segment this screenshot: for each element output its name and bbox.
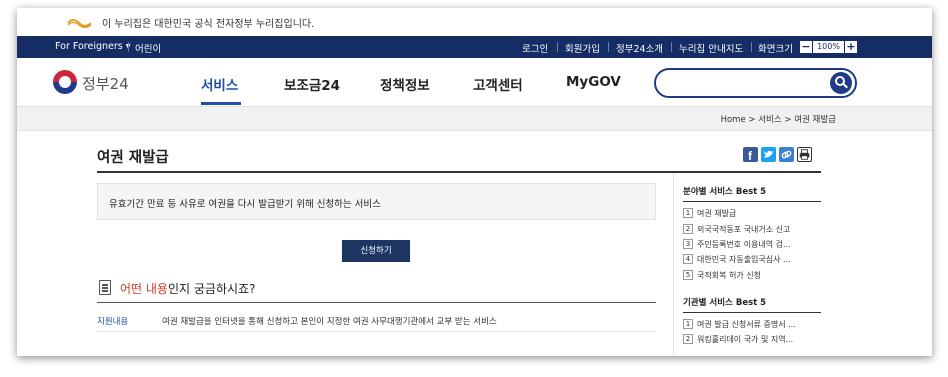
divider (128, 42, 129, 52)
about-link[interactable]: 정부24소개 (616, 41, 663, 55)
service-summary-text: 유효기간 만료 등 사유로 여권을 다시 발급받기 위해 신청하는 서비스 (109, 199, 381, 210)
nav-mygov[interactable]: MyGOV (566, 74, 621, 90)
twitter-icon[interactable] (761, 147, 776, 162)
sidebar-rule (683, 201, 821, 202)
taegeuk-emblem-icon (53, 70, 77, 94)
field-best5-item[interactable]: 1 여권 재발급 (683, 208, 736, 219)
print-icon[interactable] (797, 147, 812, 162)
svg-text:f: f (748, 149, 753, 162)
agency-best5-title: 기관별 서비스 Best 5 (683, 298, 767, 308)
site-logo[interactable]: 정부24 (53, 70, 133, 96)
nav-customer-center[interactable]: 고객센터 (473, 74, 523, 94)
sidebar-rule (683, 312, 821, 313)
faq-divider (97, 302, 656, 303)
field-best5-item[interactable]: 4 대한민국 자동출입국심사 ... (683, 254, 791, 265)
breadcrumb: Home > 서비스 > 여권 재발급 (17, 106, 932, 131)
service-summary: 유효기간 만료 등 사유로 여권을 다시 발급받기 위해 신청하는 서비스 (97, 183, 656, 220)
zoom-level: 100% (813, 41, 844, 53)
gov-banner-text: 이 누리집은 대한민국 공식 전자정부 누리집입니다. (102, 19, 315, 30)
field-best5-title: 분야별 서비스 Best 5 (683, 187, 767, 197)
nav-subsidy24[interactable]: 보조금24 (284, 74, 340, 94)
agency-best5-item[interactable]: 1 여권 발급 신청서류 증명서 ... (683, 319, 796, 330)
gov-official-banner: 이 누리집은 대한민국 공식 전자정부 누리집입니다. (17, 8, 932, 36)
apply-button[interactable]: 신청하기 (342, 240, 410, 262)
search-button[interactable] (830, 72, 852, 94)
site-header: 정부24 서비스 보조금24 정책정보 고객센터 MyGOV (17, 58, 932, 106)
login-link[interactable]: 로그인 (522, 41, 548, 55)
field-best5-item[interactable]: 2 외국국적동포 국내거소 신고 (683, 224, 790, 235)
zoom-out-button[interactable]: − (800, 41, 812, 53)
browser-page: 이 누리집은 대한민국 공식 전자정부 누리집입니다. For Foreigne… (17, 8, 932, 356)
support-content-text: 여권 재발급을 인터넷을 통해 신청하고 본인이 지정한 여권 사무대행기관에서… (162, 317, 497, 327)
row-divider (97, 331, 656, 332)
divider (557, 42, 558, 52)
field-best5-item[interactable]: 5 국적회복 허가 신청 (683, 270, 761, 281)
title-divider (97, 171, 821, 173)
link-icon[interactable] (779, 147, 794, 162)
facebook-icon[interactable]: f (743, 147, 758, 162)
signup-link[interactable]: 회원가입 (565, 41, 600, 55)
faq-heading: 어떤 내용인지 궁금하시죠? (120, 280, 255, 297)
field-best5-item[interactable]: 3 주민등록번호 이용내역 검... (683, 239, 791, 250)
nav-policy-info[interactable]: 정책정보 (380, 74, 430, 94)
site-name: 정부24 (82, 75, 129, 93)
search-input[interactable] (654, 68, 857, 98)
for-foreigners-menu[interactable]: For Foreigners ▾ (55, 41, 131, 52)
breadcrumb-path[interactable]: Home > 서비스 > 여권 재발급 (721, 113, 836, 125)
kids-link[interactable]: 어린이 (135, 41, 161, 55)
document-icon (99, 280, 111, 295)
support-content-label: 지원내용 (97, 317, 129, 327)
sidebar-divider (673, 173, 674, 356)
nav-services[interactable]: 서비스 (201, 74, 238, 94)
divider (608, 42, 609, 52)
active-nav-indicator (201, 102, 241, 105)
faq-heading-rest: 인지 궁금하시죠? (167, 282, 256, 296)
agency-best5-item[interactable]: 2 워킹홀리데이 국가 및 지역... (683, 334, 793, 345)
divider (671, 42, 672, 52)
zoom-in-button[interactable]: + (845, 41, 857, 53)
screen-size-label: 화면크기 (758, 44, 793, 55)
faq-heading-highlight: 어떤 내용 (120, 282, 168, 296)
page-title: 여권 재발급 (97, 150, 169, 166)
sitemap-link[interactable]: 누리집 안내지도 (679, 41, 743, 55)
divider (751, 42, 752, 52)
utility-bar: For Foreigners ▾ 어린이 로그인 회원가입 정부24소개 누리집… (17, 36, 932, 58)
government-mark-icon (67, 19, 92, 29)
